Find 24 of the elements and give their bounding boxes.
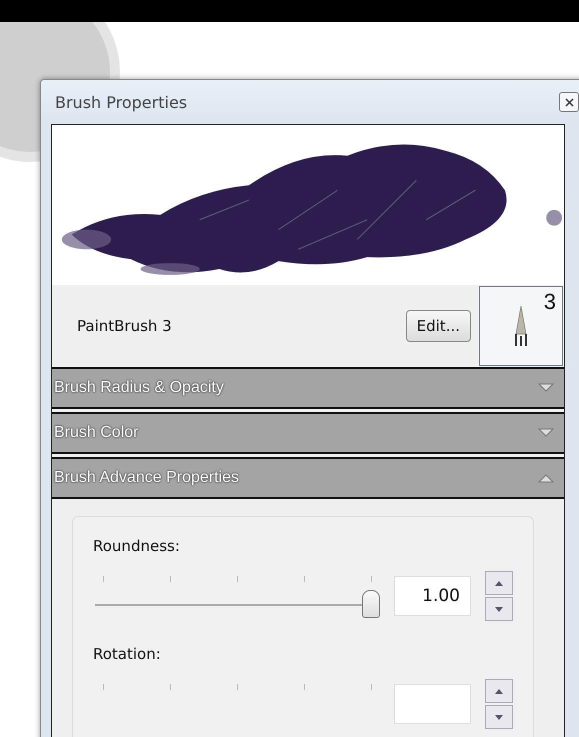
- down-arrow-icon: [495, 714, 503, 720]
- decrement-button[interactable]: [485, 705, 513, 729]
- edit-button[interactable]: Edit...: [406, 310, 471, 342]
- window-title: Brush Properties: [55, 92, 188, 112]
- down-arrow-icon: [495, 606, 503, 612]
- expand-arrow-icon: [538, 383, 554, 393]
- up-arrow-icon: [495, 580, 503, 586]
- close-icon: [564, 98, 574, 106]
- slider-label: Roundness:: [93, 537, 181, 555]
- up-arrow-icon: [495, 688, 503, 694]
- value-field[interactable]: [394, 684, 471, 724]
- value-field[interactable]: 1.00: [394, 576, 471, 616]
- brush-thumbnail[interactable]: 3: [479, 286, 563, 366]
- decrement-button[interactable]: [485, 597, 513, 621]
- close-button[interactable]: [559, 92, 579, 112]
- slider[interactable]: [93, 576, 380, 616]
- expand-arrow-icon: [538, 428, 554, 438]
- brush-name: PaintBrush 3: [77, 317, 173, 335]
- slider-thumb[interactable]: [362, 590, 380, 618]
- collapse-arrow-icon: [538, 473, 554, 483]
- increment-button[interactable]: [485, 679, 513, 703]
- brush-size-label: 3: [544, 289, 556, 315]
- slider-label: Rotation:: [93, 645, 162, 663]
- increment-button[interactable]: [485, 571, 513, 595]
